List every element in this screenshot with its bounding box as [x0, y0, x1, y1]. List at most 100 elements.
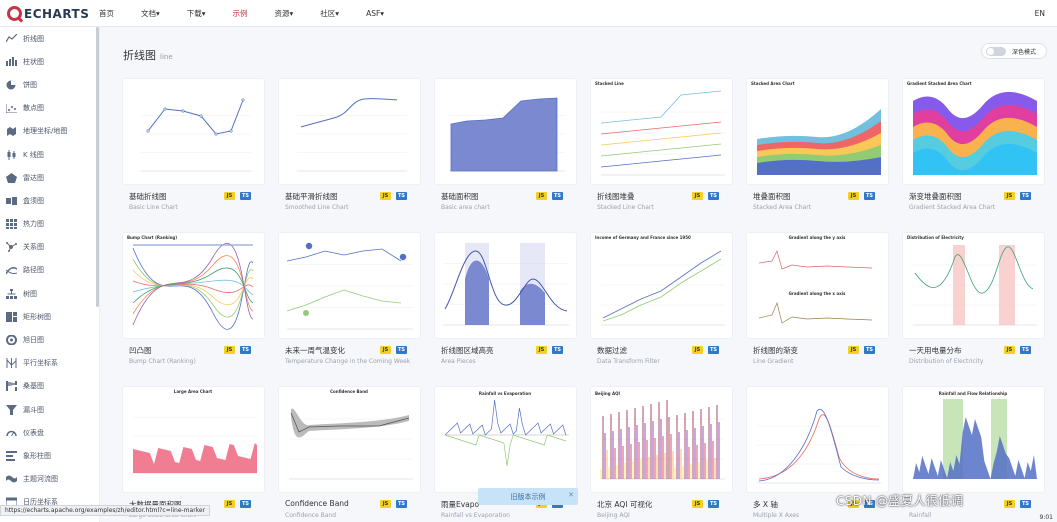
js-badge[interactable]: JS [1004, 346, 1015, 354]
js-badge[interactable]: JS [692, 346, 703, 354]
example-thumbnail[interactable]: Beijing AQI [591, 387, 732, 492]
sidebar-item-bar-chart[interactable]: 柱状图 [0, 50, 99, 73]
example-thumbnail[interactable] [747, 387, 888, 492]
example-thumbnail[interactable] [279, 233, 420, 338]
ts-badge[interactable]: TS [240, 192, 251, 200]
js-badge[interactable]: JS [848, 192, 859, 200]
example-thumbnail[interactable]: Rainfall and Flow Relationship [903, 387, 1044, 492]
ts-badge[interactable]: TS [708, 346, 719, 354]
example-title[interactable]: 北京 AQI 可视化 [597, 499, 652, 510]
ts-badge[interactable]: TS [864, 346, 875, 354]
js-badge[interactable]: JS [848, 346, 859, 354]
example-card[interactable]: Bump Chart (Ranking) 凹凸图 Bump Chart (Ranki… [123, 233, 264, 365]
js-badge[interactable]: JS [224, 500, 235, 508]
sidebar-item-graph[interactable]: 关系图 [0, 236, 99, 259]
nav-resources[interactable]: 资源▾ [275, 8, 294, 19]
example-title[interactable]: 折线图区域高亮 [441, 345, 494, 356]
sidebar-item-map[interactable]: 地理坐标/地图 [0, 120, 99, 143]
ts-badge[interactable]: TS [396, 192, 407, 200]
nav-examples[interactable]: 示例 [233, 8, 248, 19]
js-badge[interactable]: JS [536, 346, 547, 354]
ts-badge[interactable]: TS [552, 192, 563, 200]
dark-mode-toggle[interactable]: 深色模式 [981, 43, 1047, 59]
sidebar-item-candlestick[interactable]: K 线图 [0, 143, 99, 166]
js-badge[interactable]: JS [536, 192, 547, 200]
example-title[interactable]: 基础面积图 [441, 191, 479, 202]
sidebar-item-pictorial-bar[interactable]: 象形柱图 [0, 444, 99, 467]
ts-badge[interactable]: TS [708, 500, 719, 508]
example-thumbnail[interactable]: Stacked Line [591, 79, 732, 184]
example-title[interactable]: 数据过滤 [597, 345, 627, 356]
js-badge[interactable]: JS [1004, 500, 1015, 508]
example-card[interactable]: 折线图区域高亮 Area Pieces JS TS [435, 233, 576, 365]
example-card[interactable]: Income of Germany and France since 1950 数… [591, 233, 732, 365]
ts-badge[interactable]: TS [240, 500, 251, 508]
nav-docs[interactable]: 文档▾ [141, 8, 160, 19]
ts-badge[interactable]: TS [1020, 192, 1031, 200]
example-card[interactable]: 基础折线图 Basic Line Chart JS TS [123, 79, 264, 211]
example-card[interactable]: Large Area Chart大数据量面积图Large scale area … [123, 387, 264, 519]
example-card[interactable]: Stacked Area Chart 堆叠面积图 Stacked Area Char… [747, 79, 888, 211]
nav-community[interactable]: 社区▾ [320, 8, 339, 19]
example-thumbnail[interactable]: Confidence Band [279, 387, 420, 492]
example-thumbnail[interactable] [279, 79, 420, 184]
sidebar-item-parallel[interactable]: 平行坐标系 [0, 352, 99, 375]
example-thumbnail[interactable]: Large Area Chart [123, 387, 264, 492]
js-badge[interactable]: JS [380, 192, 391, 200]
old-version-examples-button[interactable]: 旧版本示例 ✕ [478, 488, 578, 505]
js-badge[interactable]: JS [1004, 192, 1015, 200]
example-card[interactable]: 基础平滑折线图 Smoothed Line Chart JS TS [279, 79, 420, 211]
example-card[interactable]: Stacked Line 折线图堆叠 Stacked Line Chart JS TS [591, 79, 732, 211]
example-thumbnail[interactable] [435, 233, 576, 338]
sidebar-item-radar[interactable]: 雷达图 [0, 166, 99, 189]
js-badge[interactable]: JS [224, 346, 235, 354]
nav-download[interactable]: 下载▾ [187, 8, 206, 19]
example-title[interactable]: 基础平滑折线图 [285, 191, 338, 202]
ts-badge[interactable]: TS [1020, 346, 1031, 354]
sidebar-item-treemap[interactable]: 矩形树图 [0, 305, 99, 328]
sidebar-scrollbar[interactable] [96, 27, 99, 307]
js-badge[interactable]: JS [380, 500, 391, 508]
nav-home[interactable]: 首页 [99, 8, 114, 19]
example-title[interactable]: 基础折线图 [129, 191, 167, 202]
sidebar-item-sunburst[interactable]: 旭日图 [0, 328, 99, 351]
example-title[interactable]: 堆叠面积图 [753, 191, 791, 202]
example-card[interactable]: Gradient Stacked Area Chart 渐变堆叠面积图 Gradie… [903, 79, 1044, 211]
echarts-logo[interactable]: ECHARTS [7, 5, 89, 22]
example-card[interactable]: Confidence Band Confidence Band Confidence… [279, 387, 420, 519]
close-icon[interactable]: ✕ [568, 491, 574, 499]
sidebar-item-scatter-chart[interactable]: 散点图 [0, 97, 99, 120]
example-thumbnail[interactable]: Distribution of Electricity [903, 233, 1044, 338]
example-title[interactable]: 雨量Evapo [441, 499, 479, 510]
sidebar-item-funnel[interactable]: 漏斗图 [0, 398, 99, 421]
example-thumbnail[interactable]: Income of Germany and France since 1950 [591, 233, 732, 338]
example-thumbnail[interactable]: Gradient along the y axis Gradient along … [747, 233, 888, 338]
ts-badge[interactable]: TS [708, 192, 719, 200]
sidebar-item-lines[interactable]: 路径图 [0, 259, 99, 282]
js-badge[interactable]: JS [380, 346, 391, 354]
ts-badge[interactable]: TS [396, 346, 407, 354]
sidebar-item-gauge[interactable]: 仪表盘 [0, 421, 99, 444]
example-title[interactable]: 一天用电量分布 [909, 345, 962, 356]
example-title[interactable]: Confidence Band [285, 499, 349, 508]
example-title[interactable]: 凹凸图 [129, 345, 152, 356]
js-badge[interactable]: JS [224, 192, 235, 200]
example-card[interactable]: Distribution of Electricity 一天用电量分布 Distri… [903, 233, 1044, 365]
sidebar-item-tree[interactable]: 树图 [0, 282, 99, 305]
example-card[interactable]: Beijing AQI 北京 AQI 可视化 Beijing AQI JS TS [591, 387, 732, 519]
ts-badge[interactable]: TS [864, 192, 875, 200]
nav-asf[interactable]: ASF▾ [366, 9, 384, 18]
example-thumbnail[interactable] [435, 79, 576, 184]
sidebar-item-theme-river[interactable]: 主题河流图 [0, 468, 99, 491]
sidebar-item-line-chart[interactable]: 折线图 [0, 27, 99, 50]
example-thumbnail[interactable]: Rainfall vs Evaporation [435, 387, 576, 492]
example-thumbnail[interactable]: Gradient Stacked Area Chart [903, 79, 1044, 184]
example-thumbnail[interactable] [123, 79, 264, 184]
example-title[interactable]: 多 X 轴 [753, 499, 778, 510]
language-switch[interactable]: EN [1035, 9, 1045, 18]
example-card[interactable]: 未来一周气温变化 Temperature Change in the Coming… [279, 233, 420, 365]
example-card[interactable]: 多 X 轴 Multiple X Axes JS TS [747, 387, 888, 519]
sidebar-item-boxplot[interactable]: 盒须图 [0, 189, 99, 212]
example-thumbnail[interactable]: Bump Chart (Ranking) [123, 233, 264, 338]
ts-badge[interactable]: TS [240, 346, 251, 354]
